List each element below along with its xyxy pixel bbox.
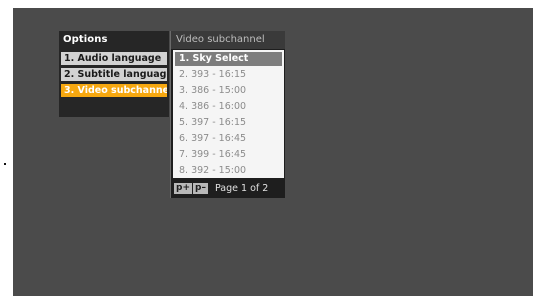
subchannel-title: Video subchannel xyxy=(176,34,265,45)
subchannel-item[interactable]: 2. 393 - 16:15 xyxy=(175,68,282,82)
option-video-subchannel[interactable]: 3. Video subchannel xyxy=(61,84,167,97)
options-panel: Options 1. Audio language 2. Subtitle la… xyxy=(59,31,169,117)
option-subtitle-language[interactable]: 2. Subtitle language xyxy=(61,68,167,81)
subchannel-footer: p+ p– Page 1 of 2 xyxy=(171,179,285,198)
subchannel-item[interactable]: 3. 386 - 15:00 xyxy=(175,84,282,98)
subchannel-item[interactable]: 4. 386 - 16:00 xyxy=(175,100,282,114)
options-title: Options xyxy=(63,34,108,45)
subchannel-header: Video subchannel xyxy=(171,31,285,49)
page-indicator: Page 1 of 2 xyxy=(215,183,269,194)
subchannel-item[interactable]: 1. Sky Select xyxy=(175,52,282,66)
edge-artifact xyxy=(4,163,6,165)
option-audio-language[interactable]: 1. Audio language xyxy=(61,52,167,65)
subchannel-item[interactable]: 5. 397 - 16:15 xyxy=(175,116,282,130)
subchannel-item[interactable]: 6. 397 - 16:45 xyxy=(175,132,282,146)
page-down-key[interactable]: p– xyxy=(193,183,208,194)
page-up-key[interactable]: p+ xyxy=(174,183,192,194)
subchannel-list: 1. Sky Select 2. 393 - 16:15 3. 386 - 15… xyxy=(173,50,284,178)
video-subchannel-panel: Video subchannel 1. Sky Select 2. 393 - … xyxy=(171,31,285,198)
subchannel-item[interactable]: 8. 392 - 15:00 xyxy=(175,164,282,178)
subchannel-item[interactable]: 7. 399 - 16:45 xyxy=(175,148,282,162)
